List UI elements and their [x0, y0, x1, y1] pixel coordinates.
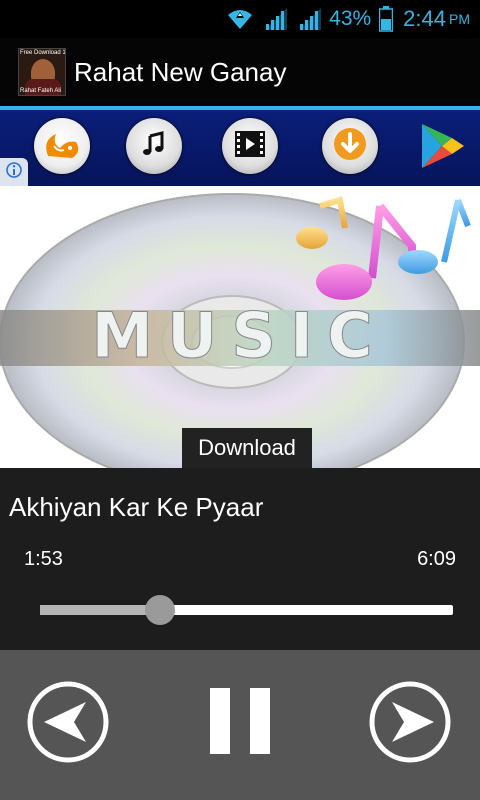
clock-ampm: PM [449, 11, 470, 27]
music-button[interactable] [126, 118, 182, 174]
total-time: 6:09 [417, 548, 456, 570]
ad-info-button[interactable] [0, 158, 28, 186]
battery-percent: 43% [329, 7, 372, 30]
app-logo-icon[interactable]: Free Download 100+ Rahat Fateh Ali [18, 48, 66, 96]
playback-controls [0, 650, 480, 800]
seek-bar-progress [40, 605, 160, 615]
pause-button[interactable] [208, 688, 272, 758]
pause-icon [208, 686, 272, 760]
video-icon [233, 129, 267, 163]
player-info-panel: Akhiyan Kar Ke Pyaar 1:53 6:09 [0, 468, 480, 650]
seek-bar-thumb[interactable] [144, 595, 175, 625]
uc-browser-icon [42, 126, 82, 166]
clock: 2:44 [403, 6, 446, 31]
app-icon-bottom-text: Rahat Fateh Ali [20, 88, 62, 94]
signal-icon [263, 6, 289, 32]
play-store-icon [416, 124, 468, 176]
download-banner-button[interactable]: Download [182, 428, 312, 468]
music-banner-image[interactable]: MUSIC [0, 186, 480, 468]
music-note-icon [140, 130, 168, 162]
download-button[interactable] [322, 118, 378, 174]
previous-icon [26, 680, 110, 768]
next-button[interactable] [368, 680, 452, 768]
play-store-button[interactable] [416, 120, 468, 172]
banner-music-word: MUSIC [91, 304, 387, 368]
signal-icon-2 [297, 6, 323, 32]
app-title: Rahat New Ganay [74, 56, 287, 87]
wifi-icon [225, 7, 255, 31]
previous-button[interactable] [26, 680, 110, 768]
info-icon [5, 161, 23, 183]
download-icon [332, 126, 368, 166]
next-icon [368, 680, 452, 768]
ad-toolbar [0, 110, 480, 186]
video-button[interactable] [222, 118, 278, 174]
battery-icon [379, 6, 394, 32]
uc-browser-button[interactable] [34, 118, 90, 174]
status-bar: 43% 2:44 PM [0, 0, 480, 38]
action-bar: Free Download 100+ Rahat Fateh Ali Rahat… [0, 38, 480, 106]
app-screen: 43% 2:44 PM Free Download 100+ Rahat Fat… [0, 0, 480, 800]
seek-bar[interactable] [40, 595, 453, 625]
current-time: 1:53 [24, 548, 63, 570]
song-title: Akhiyan Kar Ke Pyaar [9, 492, 264, 522]
app-icon-top-text: Free Download 100+ [20, 50, 66, 56]
